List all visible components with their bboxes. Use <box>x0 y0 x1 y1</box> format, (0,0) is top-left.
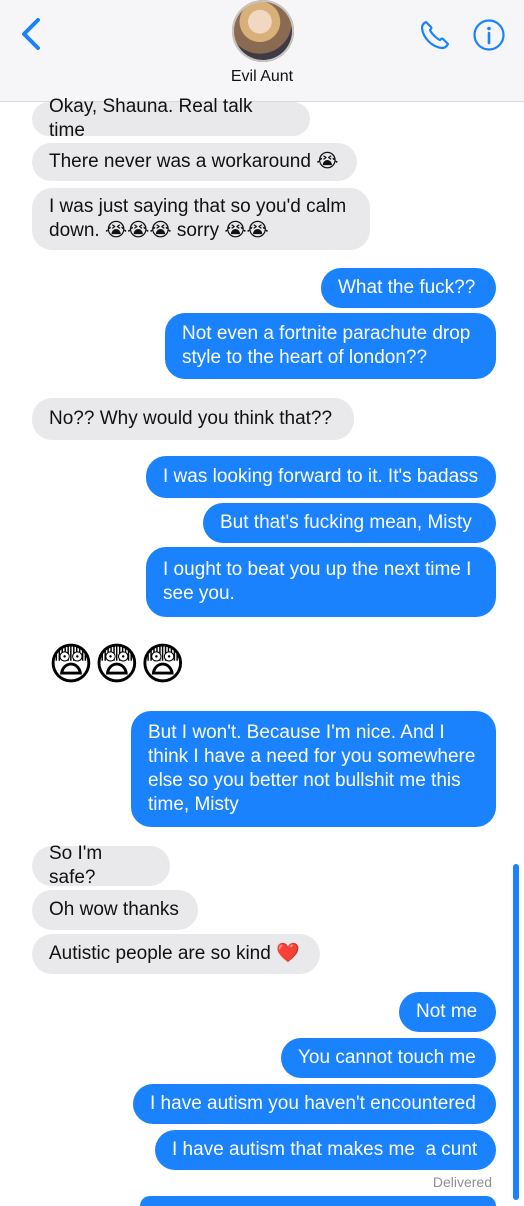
message-bubble-outgoing[interactable]: I have autism you haven't encountered <box>133 1084 496 1124</box>
message-bubble-outgoing-partial[interactable] <box>140 1196 496 1206</box>
contact-name[interactable]: Evil Aunt <box>0 68 524 86</box>
fearful-face-emoji: 😨😨😨 <box>48 640 186 689</box>
message-bubble-outgoing[interactable]: You cannot touch me <box>281 1038 496 1078</box>
message-bubble-outgoing[interactable]: But I won't. Because I'm nice. And I thi… <box>131 711 496 827</box>
avatar[interactable] <box>232 0 294 62</box>
message-bubble-incoming[interactable]: Oh wow thanks <box>32 890 198 930</box>
message-bubble-outgoing[interactable]: But that's fucking mean, Misty <box>203 503 496 543</box>
message-bubble-incoming[interactable]: Autistic people are so kind ❤️ <box>32 934 320 974</box>
message-bubble-incoming[interactable]: So I'm safe? <box>32 843 170 888</box>
message-bubble-incoming[interactable]: I was just saying that so you'd calm dow… <box>32 188 370 250</box>
message-bubble-outgoing[interactable]: I was looking forward to it. It's badass <box>146 456 496 498</box>
scrollbar[interactable] <box>513 864 519 1200</box>
back-chevron-icon[interactable] <box>14 14 50 54</box>
info-icon[interactable] <box>472 18 506 52</box>
message-bubble-incoming[interactable]: There never was a workaround 😭 <box>32 143 357 181</box>
emoji-message[interactable]: 😨😨😨 <box>48 638 186 692</box>
message-bubble-incoming[interactable]: No?? Why would you think that?? <box>32 398 354 440</box>
message-bubble-incoming[interactable]: Okay, Shauna. Real talk time <box>32 96 310 141</box>
conversation-header: Evil Aunt <box>0 0 524 102</box>
message-bubble-outgoing[interactable]: I have autism that makes me a cunt <box>155 1130 496 1170</box>
message-bubble-outgoing[interactable]: What the fuck?? <box>321 268 496 308</box>
message-bubble-outgoing[interactable]: Not even a fortnite parachute drop style… <box>165 313 496 379</box>
delivered-status: Delivered <box>432 1174 492 1190</box>
phone-icon[interactable] <box>418 18 452 52</box>
message-bubble-outgoing[interactable]: Not me <box>399 992 496 1032</box>
message-bubble-outgoing[interactable]: I ought to beat you up the next time I s… <box>146 547 496 617</box>
